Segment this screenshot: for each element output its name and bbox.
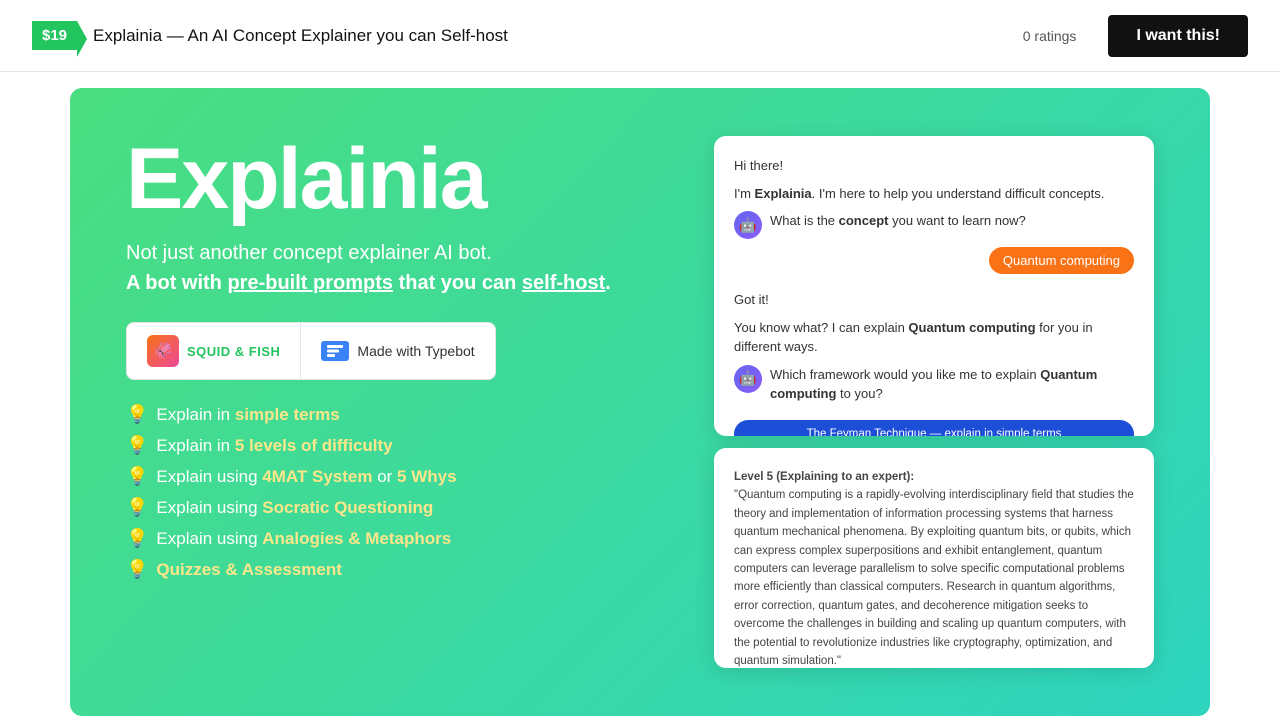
chat-greeting: Hi there! [734, 156, 1134, 176]
option-feynman[interactable]: The Feyman Technique — explain in simple… [734, 420, 1134, 437]
badge-squid: 🦑 SQUID & FISH [127, 323, 301, 379]
features-list: 💡 Explain in simple terms 💡 Explain in 5… [126, 404, 666, 580]
bulb-icon-4: 💡 [126, 497, 148, 518]
chat-gotit: Got it! [734, 290, 1134, 310]
chat-question: What is the concept you want to learn no… [770, 211, 1026, 231]
bulb-icon-1: 💡 [126, 404, 148, 425]
price-label: $19 [42, 27, 67, 44]
feature-6-highlight: Quizzes & Assessment [156, 560, 342, 580]
level-label: Level 5 (Explaining to an expert): "Quan… [734, 468, 1134, 668]
link-prompts[interactable]: pre-built prompts [227, 272, 393, 294]
chat-intro: I'm Explainia. I'm here to help you unde… [734, 184, 1134, 204]
feature-5-highlight: Analogies & Metaphors [262, 529, 451, 548]
hero-left: Explainia Not just another concept expla… [126, 136, 666, 668]
badge-row: 🦑 SQUID & FISH Made with Typebot [126, 322, 496, 380]
bulb-icon-6: 💡 [126, 559, 148, 580]
feature-4-highlight: Socratic Questioning [262, 498, 433, 517]
chat-panel-top: Hi there! I'm Explainia. I'm here to hel… [714, 136, 1154, 436]
chat-avatar-1: 🤖 [734, 211, 762, 239]
hero-title: Explainia [126, 136, 666, 222]
hero-section: Explainia Not just another concept expla… [70, 88, 1210, 716]
feature-3-highlight2: 5 Whys [397, 467, 457, 486]
chat-panel-bottom: Level 5 (Explaining to an expert): "Quan… [714, 448, 1154, 668]
feature-3-highlight1: 4MAT System [262, 467, 372, 486]
subtitle-bold: A bot with pre-built prompts that you ca… [126, 272, 611, 294]
ratings-text: 0 ratings [1023, 28, 1077, 44]
squid-label: SQUID & FISH [187, 344, 280, 359]
badge-typebot: Made with Typebot [301, 329, 494, 373]
header: $19 Explainia — An AI Concept Explainer … [0, 0, 1280, 72]
feature-1-highlight: simple terms [235, 405, 340, 424]
hero-subtitle: Not just another concept explainer AI bo… [126, 238, 666, 298]
feature-4: 💡 Explain using Socratic Questioning [126, 497, 666, 518]
squid-icon: 🦑 [147, 335, 179, 367]
bulb-icon-3: 💡 [126, 466, 148, 487]
chat-options: The Feyman Technique — explain in simple… [734, 420, 1134, 437]
bulb-icon-5: 💡 [126, 528, 148, 549]
chat-framework-q: Which framework would you like me to exp… [770, 365, 1134, 404]
typebot-icon [321, 341, 349, 361]
subtitle-plain: Not just another concept explainer AI bo… [126, 242, 492, 264]
feature-2: 💡 Explain in 5 levels of difficulty [126, 435, 666, 456]
chat-followup: You know what? I can explain Quantum com… [734, 318, 1134, 357]
chat-row-framework: 🤖 Which framework would you like me to e… [734, 365, 1134, 412]
feature-2-highlight: 5 levels of difficulty [235, 436, 393, 455]
price-tag[interactable]: $19 [32, 21, 77, 50]
feature-1: 💡 Explain in simple terms [126, 404, 666, 425]
feature-6: 💡 Quizzes & Assessment [126, 559, 666, 580]
hero-right: Hi there! I'm Explainia. I'm here to hel… [714, 136, 1154, 668]
user-bubble: Quantum computing [989, 247, 1134, 274]
link-selfhost[interactable]: self-host [522, 272, 605, 294]
chat-row-question: 🤖 What is the concept you want to learn … [734, 211, 1134, 239]
header-title: Explainia — An AI Concept Explainer you … [93, 26, 1007, 46]
chat-avatar-2: 🤖 [734, 365, 762, 393]
typebot-label: Made with Typebot [357, 343, 474, 359]
bulb-icon-2: 💡 [126, 435, 148, 456]
feature-5: 💡 Explain using Analogies & Metaphors [126, 528, 666, 549]
cta-button[interactable]: I want this! [1108, 15, 1248, 57]
feature-3: 💡 Explain using 4MAT System or 5 Whys [126, 466, 666, 487]
